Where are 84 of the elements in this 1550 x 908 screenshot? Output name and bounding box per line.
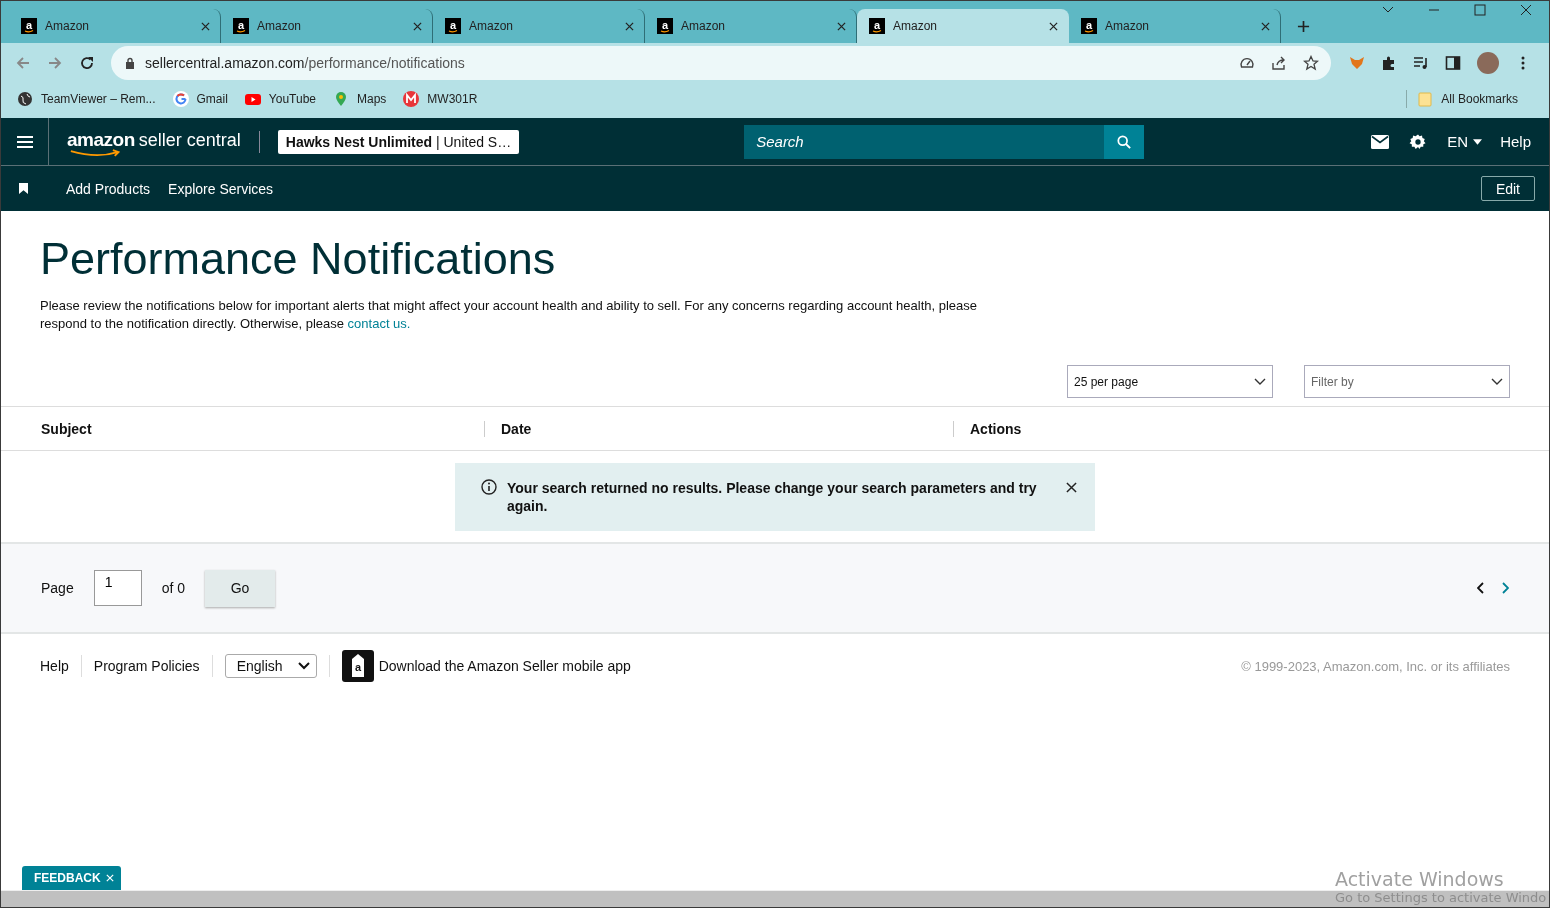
amazon-logo-icon: a [657,18,673,34]
close-icon[interactable] [1520,4,1532,16]
go-button[interactable]: Go [205,569,276,607]
maximize-icon[interactable] [1474,4,1486,16]
bookmark-item[interactable]: Maps [333,91,387,107]
playlist-icon[interactable] [1413,55,1429,71]
previous-page-icon[interactable] [1477,582,1485,594]
amazon-logo-icon: a [1081,18,1097,34]
search-icon [1116,134,1133,149]
chevron-down-icon [1254,377,1266,386]
page-number-field[interactable]: 1 [93,570,142,606]
chevron-down-icon [1491,377,1503,386]
info-icon [481,479,497,495]
close-icon[interactable] [201,21,210,31]
close-icon[interactable] [1261,21,1270,31]
google-g-icon [172,91,189,107]
side-panel-icon[interactable] [1445,55,1461,71]
horizontal-scrollbar[interactable] [1,890,1549,907]
bookmark-item[interactable]: TeamViewer – Rem... [17,91,156,107]
page-description: Please review the notifications below for important alerts that might affect your account health and ability to sell. For any concerns regarding account health, please respond to the notification directly. Otherwise, please contact us. [40,297,978,333]
folder-icon [1417,91,1434,107]
amazon-logo-icon: a [445,18,461,34]
browser-tab[interactable]: a Amazon [857,9,1069,43]
page-title: Performance Notifications [40,233,557,285]
footer-link[interactable]: Program Policies [93,658,200,674]
nav-link[interactable]: Add Products [66,180,151,197]
edit-button[interactable]: Edit [1480,176,1535,201]
activation-notice-title: Activate Windows [1335,868,1505,890]
reload-icon[interactable] [79,55,95,71]
filter-dropdown[interactable]: Filter by [1304,365,1510,398]
nav-link[interactable]: Explore Services [168,180,274,197]
menu-icon [16,134,33,149]
new-tab-icon[interactable] [1297,20,1310,33]
close-icon[interactable] [1066,482,1077,493]
bookmark-item[interactable]: MW301R [403,91,478,107]
amazon-logo-icon: a [869,18,885,34]
language-dropdown[interactable]: EN [1447,133,1483,150]
lock-icon [125,57,135,69]
feedback-button[interactable]: FEEDBACK [22,866,121,890]
app-download-link[interactable]: Download the Amazon Seller mobile app [378,658,631,674]
shopping-tag-icon[interactable]: a [341,650,374,682]
per-page-dropdown[interactable]: 25 per page [1067,365,1273,398]
amazon-logo-icon: a [233,18,249,34]
profile-avatar[interactable] [1477,52,1499,74]
url-text: sellercentral.amazon.com/performance/notifications [145,55,465,71]
share-icon[interactable] [1271,55,1287,71]
close-icon[interactable] [413,21,422,31]
play-icon [244,91,261,107]
globe-icon [17,91,33,107]
amazon-logo-icon: a [21,18,37,34]
column-header: Subject [41,420,92,437]
page-count: of 0 [161,580,186,596]
alert-message: Your search returned no results. Please change your search parameters and try again. [507,479,1038,515]
store-selector[interactable]: Hawks Nest Unlimited | United S… [277,129,520,154]
close-icon[interactable] [837,21,846,31]
mail-icon[interactable] [1371,133,1390,150]
seller-central-logo[interactable]: amazon seller central [67,126,241,157]
all-bookmarks-button[interactable]: All Bookmarks [1417,91,1518,107]
search-field[interactable]: Search [744,124,1105,159]
bookmark-icon[interactable] [19,183,28,194]
m-circle-icon [403,91,420,107]
star-icon[interactable] [1303,55,1319,71]
copyright-text: © 1999-2023, Amazon.com, Inc. or its affiliates [1241,658,1510,674]
settings-icon[interactable] [1409,133,1428,150]
map-pin-icon [333,91,349,107]
caret-icon [1473,138,1483,145]
bookmark-item[interactable]: YouTube [244,91,316,107]
search-button[interactable] [1104,124,1145,159]
language-select[interactable]: English [224,654,317,678]
column-header: Date [501,420,532,437]
chevron-down-icon [297,662,310,670]
next-page-icon[interactable] [1501,582,1509,594]
gauge-icon[interactable] [1239,55,1255,71]
page-label: Page [41,580,74,596]
close-icon[interactable] [625,21,634,31]
footer-link[interactable]: Help [40,658,69,674]
close-icon[interactable] [1049,21,1058,31]
address-bar[interactable]: sellercentral.amazon.com/performance/notifications [111,46,1331,80]
contact-link[interactable]: contact us. [347,316,411,331]
help-link[interactable]: Help [1500,133,1531,150]
bookmark-item[interactable]: Gmail [172,91,228,107]
puzzle-icon[interactable] [1381,55,1397,71]
column-header: Actions [970,420,1022,437]
close-icon [105,874,114,882]
